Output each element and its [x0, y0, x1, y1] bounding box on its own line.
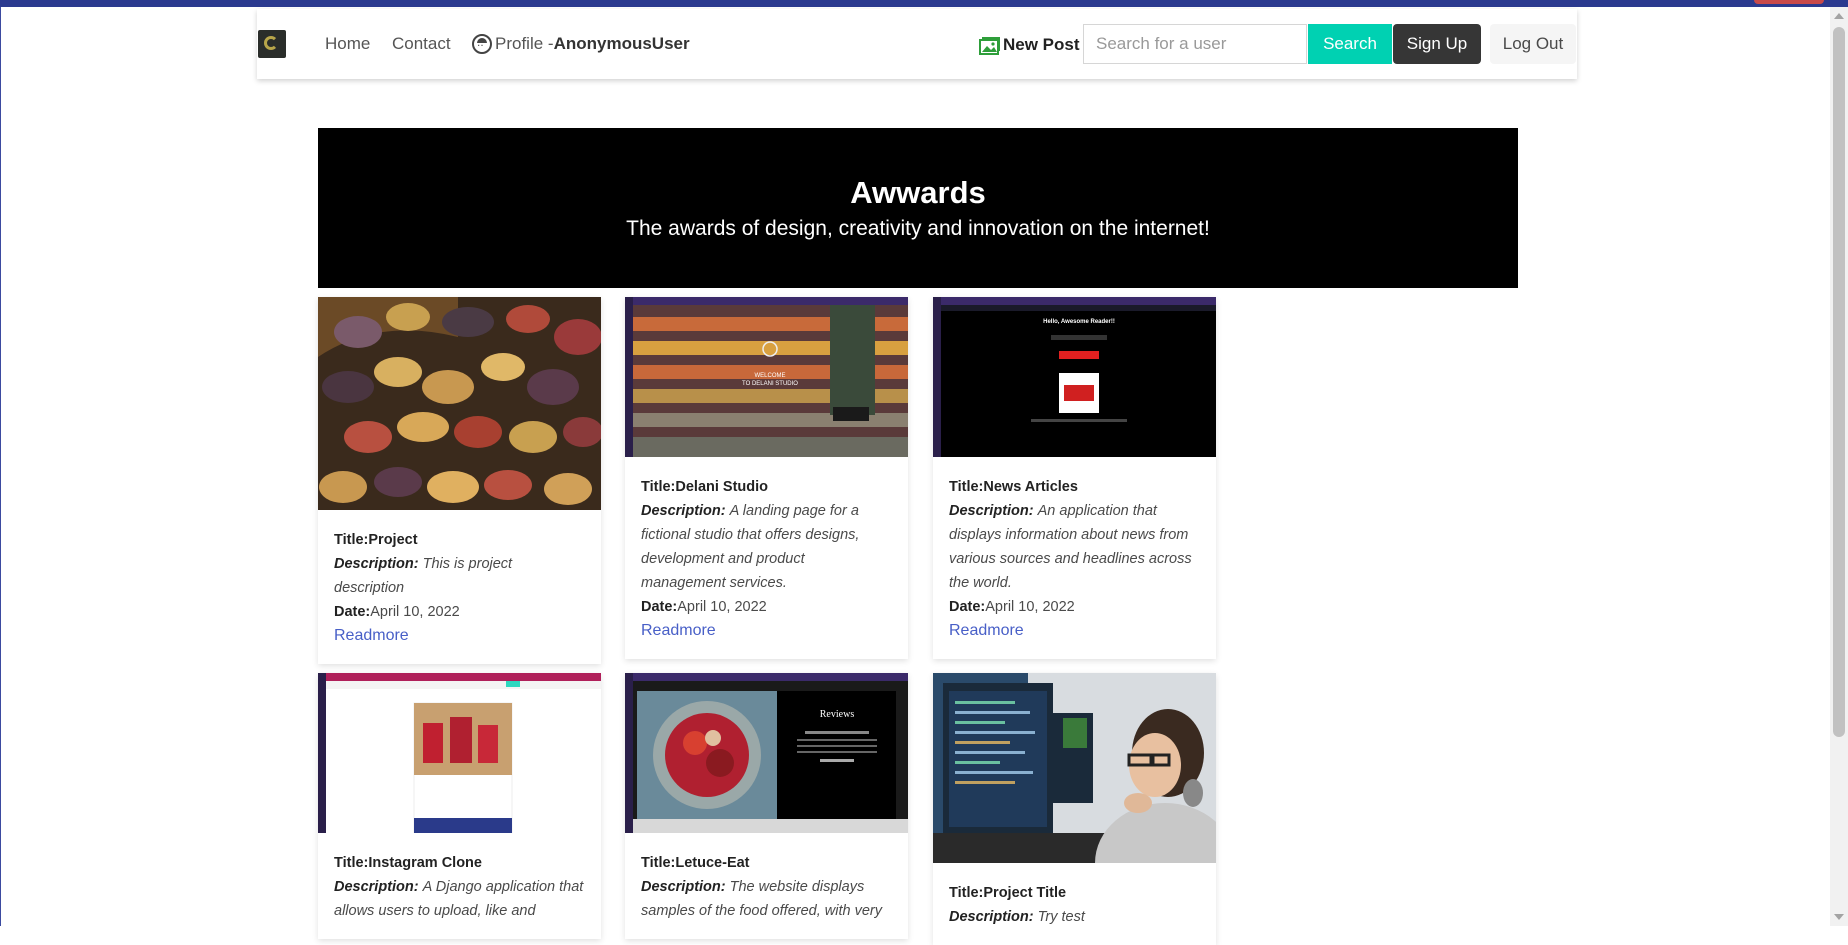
nav-profile-link[interactable]: Profile -AnonymousUser — [472, 34, 690, 54]
hero-banner: Awwards The awards of design, creativity… — [318, 128, 1518, 288]
svg-text:WELCOME: WELCOME — [754, 373, 785, 379]
description-label: Description: — [949, 503, 1034, 519]
description-label: Description: — [641, 503, 726, 519]
title-label: Title: — [641, 479, 676, 495]
scroll-down-icon[interactable] — [1834, 914, 1844, 920]
post-date: April 10, 2022 — [985, 599, 1075, 615]
post-title: Letuce-Eat — [675, 855, 750, 871]
post-description: Try test — [1037, 909, 1085, 925]
nav-contact-link[interactable]: Contact — [392, 34, 451, 54]
site-logo[interactable] — [258, 30, 286, 58]
post-card: Title:Project Title Description: Try tes… — [933, 673, 1216, 945]
post-card: Title:Project Description: This is proje… — [318, 297, 601, 664]
post-image-letuce-eat[interactable]: Reviews — [625, 673, 908, 833]
search-button[interactable]: Search — [1308, 24, 1392, 64]
description-label: Description: — [334, 556, 419, 572]
description-label: Description: — [641, 879, 726, 895]
post-title: Project Title — [983, 885, 1067, 901]
post-title: Instagram Clone — [368, 855, 482, 871]
post-title: News Articles — [983, 479, 1078, 495]
post-image-potatoes[interactable] — [318, 297, 601, 510]
page-scrollbar[interactable] — [1830, 7, 1848, 926]
post-card: WELCOME TO DELANI STUDIO Title:Delani St… — [625, 297, 908, 659]
date-label: Date: — [641, 599, 678, 615]
nav-home-link[interactable]: Home — [325, 34, 370, 54]
post-date: April 10, 2022 — [370, 604, 460, 620]
post-card: Title:Instagram Clone Description: A Dja… — [318, 673, 601, 939]
post-image-news-articles[interactable]: Hello, Awesome Reader!! — [933, 297, 1216, 457]
log-out-button[interactable]: Log Out — [1490, 24, 1576, 64]
description-label: Description: — [949, 909, 1034, 925]
profile-label: Profile - — [495, 34, 554, 53]
hero-subtitle: The awards of design, creativity and inn… — [626, 217, 1210, 240]
window-edge — [0, 7, 1, 926]
new-post-label: New Post — [1003, 35, 1080, 54]
readmore-link[interactable]: Readmore — [334, 624, 585, 648]
hero-title: Awwards — [850, 175, 986, 210]
new-post-link[interactable]: New Post — [979, 35, 1080, 55]
title-label: Title: — [641, 855, 676, 871]
scroll-up-icon[interactable] — [1834, 13, 1844, 19]
title-label: Title: — [949, 479, 984, 495]
post-title: Project — [368, 532, 418, 548]
post-card: Reviews Title:Letuce-Eat Description: Th… — [625, 673, 908, 939]
profile-username: AnonymousUser — [553, 34, 690, 53]
title-label: Title: — [334, 855, 369, 871]
svg-text:Reviews: Reviews — [820, 709, 855, 720]
post-card: Hello, Awesome Reader!! Title:News Artic… — [933, 297, 1216, 659]
user-face-icon — [472, 34, 492, 54]
user-search-input[interactable] — [1083, 24, 1307, 64]
image-upload-icon — [979, 36, 1000, 55]
browser-top-strip — [0, 0, 1848, 7]
sign-up-button[interactable]: Sign Up — [1393, 24, 1481, 64]
browser-tab-indicator — [1754, 0, 1824, 4]
readmore-link[interactable]: Readmore — [949, 619, 1200, 643]
scrollbar-thumb[interactable] — [1833, 27, 1845, 737]
readmore-link[interactable]: Readmore — [641, 619, 892, 643]
title-label: Title: — [334, 532, 369, 548]
post-image-woman-at-computer[interactable] — [933, 673, 1216, 863]
svg-text:Hello, Awesome Reader!!: Hello, Awesome Reader!! — [1043, 319, 1115, 325]
post-title: Delani Studio — [675, 479, 769, 495]
title-label: Title: — [949, 885, 984, 901]
navbar: Home Contact Profile -AnonymousUser New … — [257, 9, 1577, 79]
svg-text:TO DELANI STUDIO: TO DELANI STUDIO — [742, 381, 798, 387]
post-image-delani-studio[interactable]: WELCOME TO DELANI STUDIO — [625, 297, 908, 457]
post-image-instagram-clone[interactable] — [318, 673, 601, 833]
post-date: April 10, 2022 — [677, 599, 767, 615]
date-label: Date: — [334, 604, 371, 620]
date-label: Date: — [949, 599, 986, 615]
description-label: Description: — [334, 879, 419, 895]
